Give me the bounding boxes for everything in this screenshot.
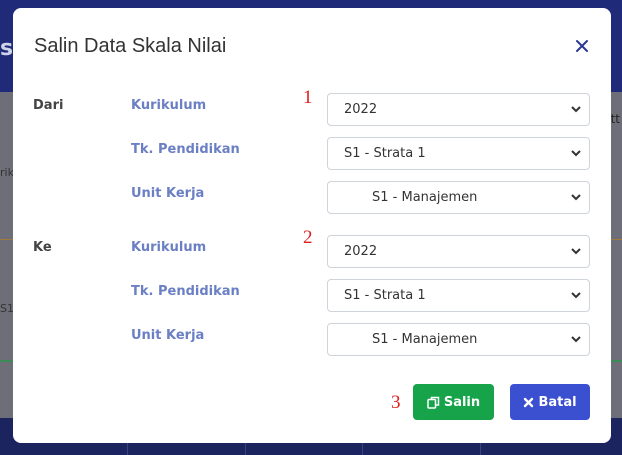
salin-button[interactable]: Salin xyxy=(413,384,494,420)
x-icon xyxy=(524,397,534,407)
batal-label: Batal xyxy=(538,394,577,410)
dari-kurikulum-value: 2022 xyxy=(344,102,378,117)
dari-tk-pendidikan-select[interactable]: S1 - Strata 1 xyxy=(327,137,590,170)
dari-kurikulum-select[interactable]: 2022 xyxy=(327,93,590,126)
ke-kurikulum-label: Kurikulum xyxy=(131,240,207,255)
ke-kurikulum-select[interactable]: 2022 xyxy=(327,235,590,268)
annotation-marker-2: 2 xyxy=(303,227,313,248)
annotation-marker-1: 1 xyxy=(303,87,313,108)
chevron-down-icon xyxy=(571,292,581,299)
ke-unit-kerja-select[interactable]: S1 - Manajemen xyxy=(327,323,590,356)
dari-unit-kerja-select[interactable]: S1 - Manajemen xyxy=(327,181,590,214)
background-left-text: rik xyxy=(0,166,14,179)
dari-unit-kerja-label: Unit Kerja xyxy=(131,186,205,201)
background-right-text: tt xyxy=(610,112,620,126)
chevron-down-icon xyxy=(571,336,581,343)
background-header-text: s xyxy=(0,36,14,61)
ke-tk-pendidikan-select[interactable]: S1 - Strata 1 xyxy=(327,279,590,312)
chevron-down-icon xyxy=(571,248,581,255)
dari-tk-pendidikan-label: Tk. Pendidikan xyxy=(131,142,240,157)
copy-grade-scale-modal: Salin Data Skala Nilai Dari 1 Kurikulum … xyxy=(13,8,611,443)
ke-kurikulum-value: 2022 xyxy=(344,244,378,259)
close-icon[interactable] xyxy=(572,35,592,57)
batal-button[interactable]: Batal xyxy=(510,384,590,420)
dari-tk-pendidikan-value: S1 - Strata 1 xyxy=(344,146,426,161)
section-label-ke: Ke xyxy=(33,240,52,255)
copy-icon xyxy=(427,396,440,409)
salin-label: Salin xyxy=(443,394,481,410)
ke-unit-kerja-label: Unit Kerja xyxy=(131,328,205,343)
chevron-down-icon xyxy=(571,150,581,157)
dari-unit-kerja-value: S1 - Manajemen xyxy=(372,190,478,205)
chevron-down-icon xyxy=(571,106,581,113)
chevron-down-icon xyxy=(571,194,581,201)
section-label-dari: Dari xyxy=(33,98,64,113)
ke-tk-pendidikan-value: S1 - Strata 1 xyxy=(344,288,426,303)
modal-title: Salin Data Skala Nilai xyxy=(34,35,227,57)
ke-tk-pendidikan-label: Tk. Pendidikan xyxy=(131,284,240,299)
dari-kurikulum-label: Kurikulum xyxy=(131,98,207,113)
ke-unit-kerja-value: S1 - Manajemen xyxy=(372,332,478,347)
annotation-marker-3: 3 xyxy=(391,392,401,413)
